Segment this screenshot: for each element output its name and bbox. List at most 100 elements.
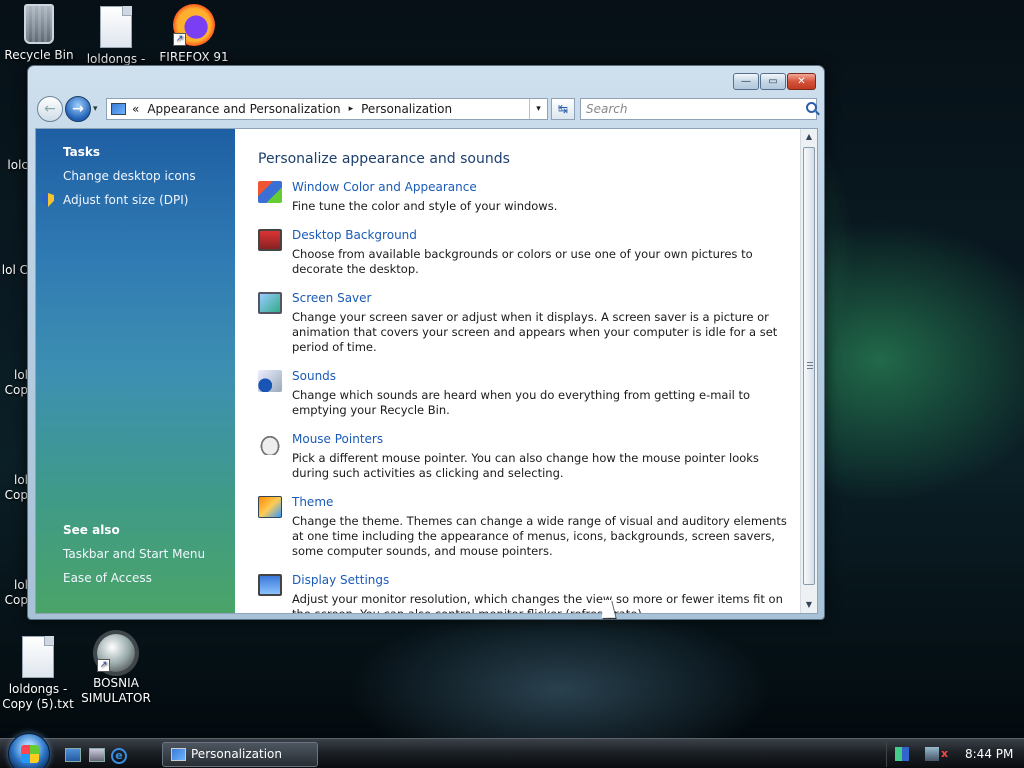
scroll-down-button[interactable]: ▼ — [801, 597, 817, 613]
grip-icon — [807, 362, 813, 369]
desktop-icon-loldongs-copy-5[interactable]: loldongs - Copy (5).txt — [0, 636, 76, 712]
task-change-desktop-icons[interactable]: Change desktop icons — [63, 169, 235, 183]
sounds-icon[interactable] — [258, 370, 282, 392]
desktop-icon-label: BOSNIA SIMULATOR — [81, 676, 151, 705]
show-desktop-icon[interactable] — [65, 748, 81, 762]
address-dropdown-button[interactable]: ▾ — [529, 99, 547, 119]
partial-desktop-label: lolc — [7, 158, 28, 172]
item-link-desktop-background[interactable]: Desktop Background — [292, 228, 801, 242]
back-button[interactable]: ← — [37, 96, 63, 122]
item-link-theme[interactable]: Theme — [292, 495, 801, 509]
item-link-mouse-pointers[interactable]: Mouse Pointers — [292, 432, 801, 446]
internet-explorer-icon[interactable]: e — [111, 748, 127, 764]
breadcrumb-separator-icon[interactable]: ▸ — [349, 104, 354, 114]
theme-icon[interactable] — [258, 496, 282, 518]
taskbar-button-label: Personalization — [191, 747, 282, 761]
desktop-icon-loldongs[interactable]: loldongs - — [78, 6, 154, 67]
search-input[interactable]: Search — [580, 98, 817, 120]
item-description: Fine tune the color and style of your wi… — [292, 199, 558, 213]
window-color-icon[interactable] — [258, 181, 282, 203]
refresh-button[interactable]: ↹ — [551, 98, 575, 120]
item-description: Change which sounds are heard when you d… — [292, 388, 751, 417]
list-item: Window Color and Appearance Fine tune th… — [258, 180, 801, 214]
desktop-icon-label: loldongs - Copy (5).txt — [2, 682, 74, 711]
list-item: Desktop Background Choose from available… — [258, 228, 801, 277]
item-link-screen-saver[interactable]: Screen Saver — [292, 291, 801, 305]
desktop-icon-label: Recycle Bin — [4, 48, 74, 62]
display-settings-icon[interactable] — [258, 574, 282, 596]
shortcut-arrow-icon: ↗ — [173, 33, 186, 46]
start-button[interactable] — [8, 733, 50, 768]
address-bar[interactable]: « Appearance and Personalization ▸ Perso… — [106, 98, 548, 120]
list-item: Display Settings Adjust your monitor res… — [258, 573, 801, 613]
clock[interactable]: 8:44 PM — [965, 742, 1013, 767]
list-item: Mouse Pointers Pick a different mouse po… — [258, 432, 801, 481]
desktop-icon-bosnia-simulator[interactable]: ↗ BOSNIA SIMULATOR — [78, 634, 154, 706]
desktop-background-icon[interactable] — [258, 229, 282, 251]
forward-button[interactable]: → — [65, 96, 91, 122]
text-file-icon — [22, 636, 54, 678]
list-item: Screen Saver Change your screen saver or… — [258, 291, 801, 355]
partial-desktop-label: lol C — [1, 263, 28, 277]
see-also-ease-of-access[interactable]: Ease of Access — [63, 571, 205, 585]
mute-indicator-icon: x — [941, 747, 949, 760]
address-overflow-chevron[interactable]: « — [132, 102, 139, 116]
text-file-icon — [100, 6, 132, 48]
scroll-up-button[interactable]: ▲ — [801, 129, 817, 145]
see-also-heading: See also — [63, 523, 120, 537]
partial-desktop-label: lol Cop — [4, 473, 28, 502]
search-icon[interactable] — [806, 102, 817, 113]
item-link-sounds[interactable]: Sounds — [292, 369, 801, 383]
see-also-taskbar-start-menu[interactable]: Taskbar and Start Menu — [63, 547, 205, 561]
main-content: Personalize appearance and sounds Window… — [235, 129, 801, 613]
recent-pages-dropdown[interactable]: ▾ — [93, 104, 98, 114]
tasks-heading: Tasks — [63, 145, 101, 159]
windows-logo-icon — [21, 745, 39, 763]
desktop-icon-recycle-bin[interactable]: Recycle Bin — [1, 4, 77, 63]
vertical-scrollbar[interactable]: ▲ ▼ — [800, 129, 817, 613]
item-description: Change your screen saver or adjust when … — [292, 310, 778, 354]
switch-windows-icon[interactable] — [89, 748, 105, 762]
recycle-bin-icon — [24, 4, 54, 44]
mouse-pointers-icon[interactable] — [258, 433, 282, 455]
screen-saver-icon[interactable] — [258, 292, 282, 314]
personalization-window[interactable]: — ▭ ✕ ← → ▾ « Appearance and Personaliza… — [27, 65, 825, 620]
desktop-icon-label: FIREFOX 91 — [159, 50, 229, 64]
partial-desktop-label: lol Cop — [4, 578, 28, 607]
taskbar-button-personalization[interactable]: Personalization — [162, 742, 318, 767]
taskbar: e Personalization x 8:44 PM — [0, 733, 1024, 768]
item-link-display-settings[interactable]: Display Settings — [292, 573, 801, 587]
page-title: Personalize appearance and sounds — [258, 151, 510, 167]
desktop-icon-firefox[interactable]: ↗ FIREFOX 91 — [156, 4, 232, 65]
task-adjust-font-size[interactable]: Adjust font size (DPI) — [42, 193, 235, 207]
list-item: Sounds Change which sounds are heard whe… — [258, 369, 801, 418]
client-area: Tasks Change desktop icons Adjust font s… — [35, 128, 818, 614]
firefox-icon: ↗ — [173, 4, 215, 46]
shield-icon — [42, 193, 54, 207]
breadcrumb-personalization[interactable]: Personalization — [361, 102, 452, 116]
navigation-bar: ← → ▾ « Appearance and Personalization ▸… — [35, 96, 817, 122]
item-description: Adjust your monitor resolution, which ch… — [292, 592, 783, 613]
minimize-button[interactable]: — — [733, 73, 759, 90]
spiked-ball-icon: ↗ — [97, 634, 135, 672]
task-pane: Tasks Change desktop icons Adjust font s… — [36, 129, 235, 613]
list-item: Theme Change the theme. Themes can chang… — [258, 495, 801, 559]
caption-buttons: — ▭ ✕ — [733, 73, 816, 90]
item-description: Pick a different mouse pointer. You can … — [292, 451, 759, 480]
system-tray: x 8:44 PM — [886, 742, 1020, 767]
scroll-thumb[interactable] — [803, 147, 815, 585]
see-also-section: See also Taskbar and Start Menu Ease of … — [63, 523, 205, 595]
volume-icon[interactable] — [925, 747, 939, 761]
partial-desktop-label: lol Cop — [4, 368, 28, 397]
item-description: Change the theme. Themes can change a wi… — [292, 514, 787, 558]
shortcut-arrow-icon: ↗ — [97, 659, 110, 672]
network-icon[interactable] — [895, 747, 909, 761]
item-description: Choose from available backgrounds or col… — [292, 247, 753, 276]
item-link-window-color[interactable]: Window Color and Appearance — [292, 180, 801, 194]
control-panel-icon — [171, 748, 186, 761]
maximize-button[interactable]: ▭ — [760, 73, 786, 90]
mouse-cursor-icon — [601, 600, 619, 618]
close-button[interactable]: ✕ — [787, 73, 816, 90]
control-panel-icon — [111, 103, 126, 115]
breadcrumb-appearance-personalization[interactable]: Appearance and Personalization — [147, 102, 340, 116]
